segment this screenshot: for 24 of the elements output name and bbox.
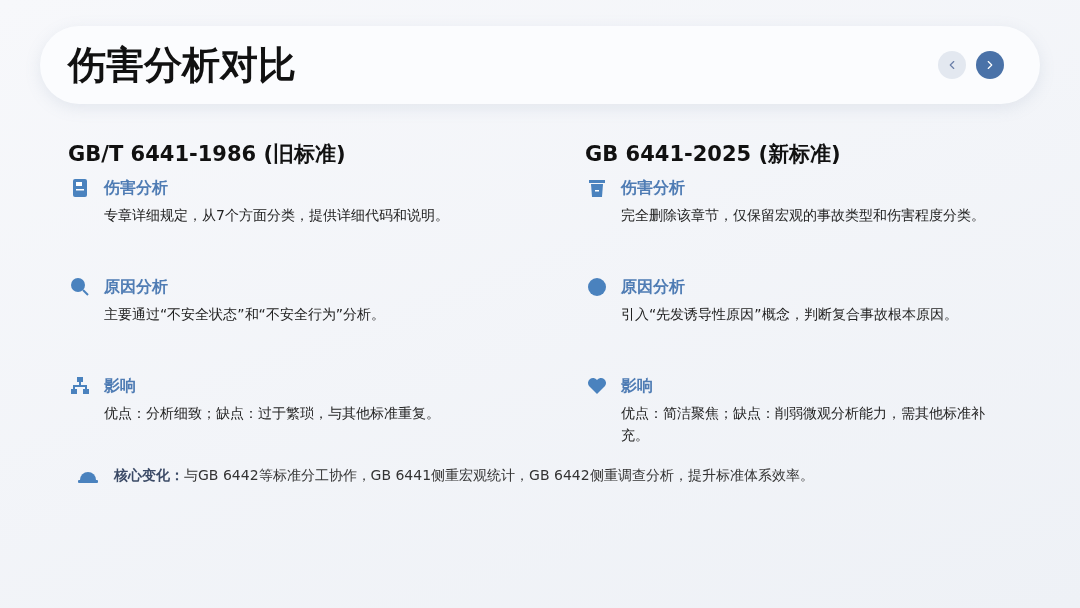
item-description: 完全删除该章节，仅保留宏观的事故类型和伤害程度分类。 <box>621 206 986 225</box>
trash-icon <box>587 178 607 198</box>
item-description: 优点：简洁聚焦；缺点：削弱微观分析能力，需其他标准补充。 <box>621 404 986 445</box>
next-button[interactable] <box>976 51 1004 79</box>
document-icon <box>70 178 90 198</box>
item-description: 专章详细规定，从7个方面分类，提供详细代码和说明。 <box>104 206 450 225</box>
column-heading: GB/T 6441-1986 (旧标准) <box>68 141 347 168</box>
column-heading: GB 6441-2025 (新标准) <box>585 141 842 168</box>
item-label: 伤害分析 <box>621 177 686 199</box>
item-label: 影响 <box>104 375 137 397</box>
hierarchy-icon <box>70 376 90 396</box>
search-icon <box>70 277 90 297</box>
item-description: 引入“先发诱导性原因”概念，判断复合事故根本原因。 <box>621 305 959 324</box>
slide-title: 伤害分析对比 <box>68 41 296 89</box>
item-label: 影响 <box>621 375 654 397</box>
circle-icon <box>587 277 607 297</box>
item-label: 原因分析 <box>104 276 169 298</box>
item-label: 伤害分析 <box>104 177 169 199</box>
item-description: 主要通过“不安全状态”和“不安全行为”分析。 <box>104 305 386 324</box>
item-label: 原因分析 <box>621 276 686 298</box>
hard-hat-icon <box>78 469 98 483</box>
summary-text: 核心变化：与GB 6442等标准分工协作，GB 6441侧重宏观统计，GB 6442侧重调查分析，提升标准体系效率。 <box>114 467 814 485</box>
heart-icon <box>587 376 607 396</box>
item-description: 优点：分析细致；缺点：过于繁琐，与其他标准重复。 <box>104 404 441 423</box>
